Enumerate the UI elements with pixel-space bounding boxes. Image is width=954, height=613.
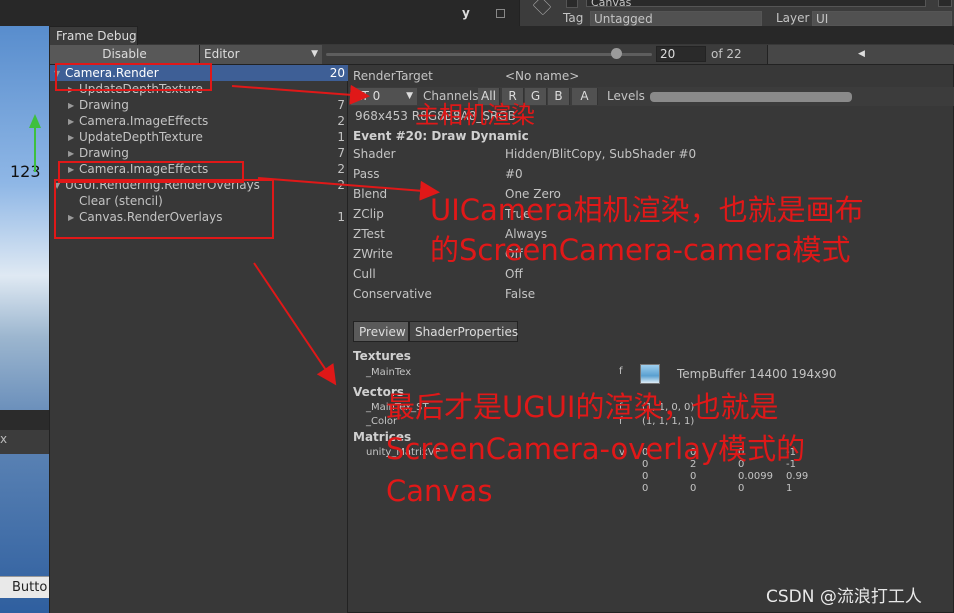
csdn-watermark: CSDN @流浪打工人	[766, 587, 922, 607]
annotation-line: 最后才是UGUI的渲染，也就是	[386, 390, 779, 424]
annotation-line: ScreenCamera-overlay模式的	[386, 432, 806, 466]
annotation-arrows	[231, 84, 440, 386]
annotation-line: UICamera相机渲染，也就是画布	[430, 193, 864, 227]
annotation-note-ugui: 最后才是UGUI的渲染，也就是 ScreenCamera-overlay模式的 …	[386, 386, 805, 512]
annotation-note-ui-camera: UICamera相机渲染，也就是画布 的ScreenCamera-camera模…	[430, 190, 864, 270]
annotation-line: 的ScreenCamera-camera模式	[430, 233, 851, 267]
annotation-note-main-camera: 主相机渲染	[415, 101, 535, 129]
annotation-line: Canvas	[386, 474, 493, 508]
